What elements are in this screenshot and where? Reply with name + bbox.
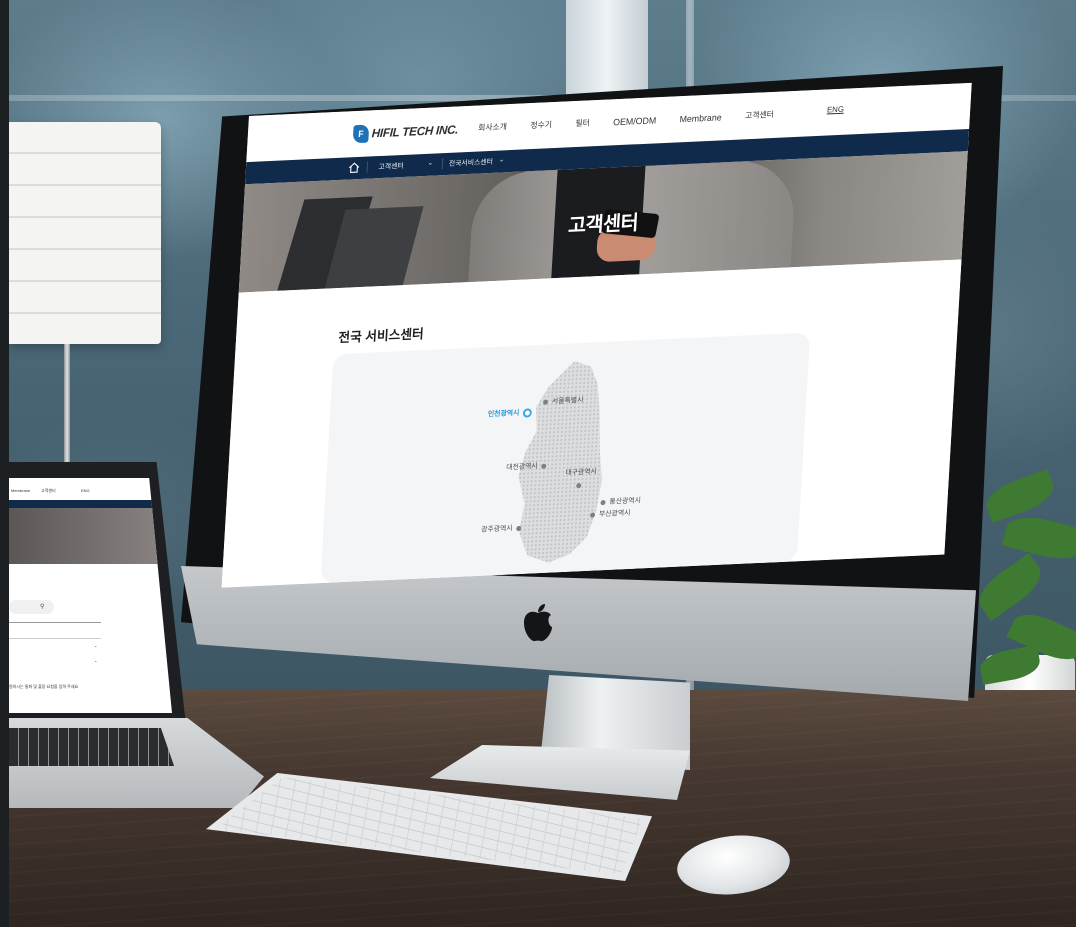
logo-text: HIFIL TECH INC. bbox=[371, 122, 459, 141]
search-icon[interactable]: ⚲ bbox=[40, 603, 44, 610]
home-icon[interactable] bbox=[348, 162, 360, 173]
nav-item-filter[interactable]: 필터 bbox=[575, 117, 590, 129]
laptop-keyboard bbox=[9, 728, 174, 766]
laptop-site-nav: Membrane 고객센터 ENG bbox=[9, 484, 172, 496]
logo-mark-icon: F bbox=[352, 124, 370, 144]
city-label: 광주광역시 bbox=[480, 525, 513, 534]
nav-item-company[interactable]: 회사소개 bbox=[478, 121, 507, 133]
chevron-down-icon[interactable]: ⌄ bbox=[499, 155, 505, 163]
city-label: 대전광역시 bbox=[505, 463, 538, 472]
page-content: 전국 서비스센터 서울특별시 인천광역시 대전광역시 대구광역시 울산광역시 부… bbox=[221, 259, 962, 588]
lamp-pole bbox=[64, 344, 70, 469]
city-label: 부산광역시 bbox=[598, 509, 631, 519]
nav-item-oem-odm[interactable]: OEM/ODM bbox=[613, 115, 657, 127]
map-marker-icon bbox=[522, 407, 533, 418]
site-logo[interactable]: F HIFIL TECH INC. bbox=[352, 120, 459, 144]
map-marker-icon bbox=[516, 525, 522, 531]
image-border bbox=[0, 0, 9, 927]
laptop-nav-membrane[interactable]: Membrane bbox=[11, 488, 30, 493]
breadcrumb-divider bbox=[366, 161, 369, 173]
city-label: 서울특별시 bbox=[551, 396, 584, 406]
chevron-up-icon[interactable]: ⌃ bbox=[94, 660, 97, 665]
chevron-down-icon[interactable]: ⌄ bbox=[427, 159, 433, 167]
breadcrumb-level2[interactable]: 전국서비스센터 bbox=[449, 157, 494, 169]
map-city-gwangju[interactable]: 광주광역시 bbox=[481, 523, 522, 535]
map-city-daejeon[interactable]: 대전광역시 bbox=[506, 461, 547, 473]
desk-scene-photo:  F HIFIL TECH INC. 회사소개 정수기 필터 OEM/ODM … bbox=[0, 0, 1076, 927]
map-marker-icon bbox=[576, 483, 582, 489]
laptop-nav-eng[interactable]: ENG bbox=[81, 488, 90, 493]
nav-item-purifier[interactable]: 정수기 bbox=[530, 119, 552, 131]
laptop-screen: Membrane 고객센터 ENG ⚲ ⌄ ⌃ 원하시는 통화 및 출장 요청을… bbox=[9, 478, 172, 713]
map-city-seoul[interactable]: 서울특별시 bbox=[542, 395, 584, 407]
imac-screen: F HIFIL TECH INC. 회사소개 정수기 필터 OEM/ODM Me… bbox=[221, 82, 972, 588]
laptop-search-input[interactable] bbox=[9, 600, 54, 614]
lamp-shade bbox=[9, 122, 161, 344]
map-marker-icon bbox=[600, 499, 606, 505]
laptop-subnav bbox=[9, 500, 172, 508]
city-label: 대구광역시 bbox=[565, 468, 597, 477]
language-eng-link[interactable]: ENG bbox=[827, 105, 844, 115]
nav-item-customer-center[interactable]: 고객센터 bbox=[745, 109, 774, 121]
map-city-busan[interactable]: 부산광역시 bbox=[590, 508, 631, 520]
map-marker-icon bbox=[542, 399, 549, 405]
city-label: 울산광역시 bbox=[609, 497, 642, 506]
breadcrumb-level1[interactable]: 고객센터 bbox=[378, 161, 404, 172]
map-city-ulsan[interactable]: 울산광역시 bbox=[600, 495, 641, 507]
laptop-divider bbox=[9, 622, 101, 623]
breadcrumb-divider bbox=[441, 158, 444, 170]
nav-item-membrane[interactable]: Membrane bbox=[679, 112, 722, 124]
laptop-caption: 원하시는 통화 및 출장 요청을 입력 주세요 bbox=[9, 684, 79, 689]
laptop-nav-customer-center[interactable]: 고객센터 bbox=[41, 488, 56, 494]
map-marker-icon bbox=[590, 511, 596, 518]
main-nav: 회사소개 정수기 필터 OEM/ODM Membrane 고객센터 bbox=[478, 108, 798, 134]
chevron-down-icon[interactable]: ⌄ bbox=[94, 643, 97, 648]
map-city-incheon[interactable]: 인천광역시 bbox=[488, 407, 533, 419]
map-marker-icon bbox=[541, 463, 547, 469]
city-label: 인천광역시 bbox=[487, 409, 520, 419]
apple-logo-icon bbox=[524, 604, 552, 642]
map-city-daegu[interactable]: 대구광역시 bbox=[564, 466, 597, 489]
laptop-divider bbox=[9, 638, 101, 639]
laptop-hero bbox=[9, 508, 172, 564]
section-title: 전국 서비스센터 bbox=[337, 326, 425, 346]
